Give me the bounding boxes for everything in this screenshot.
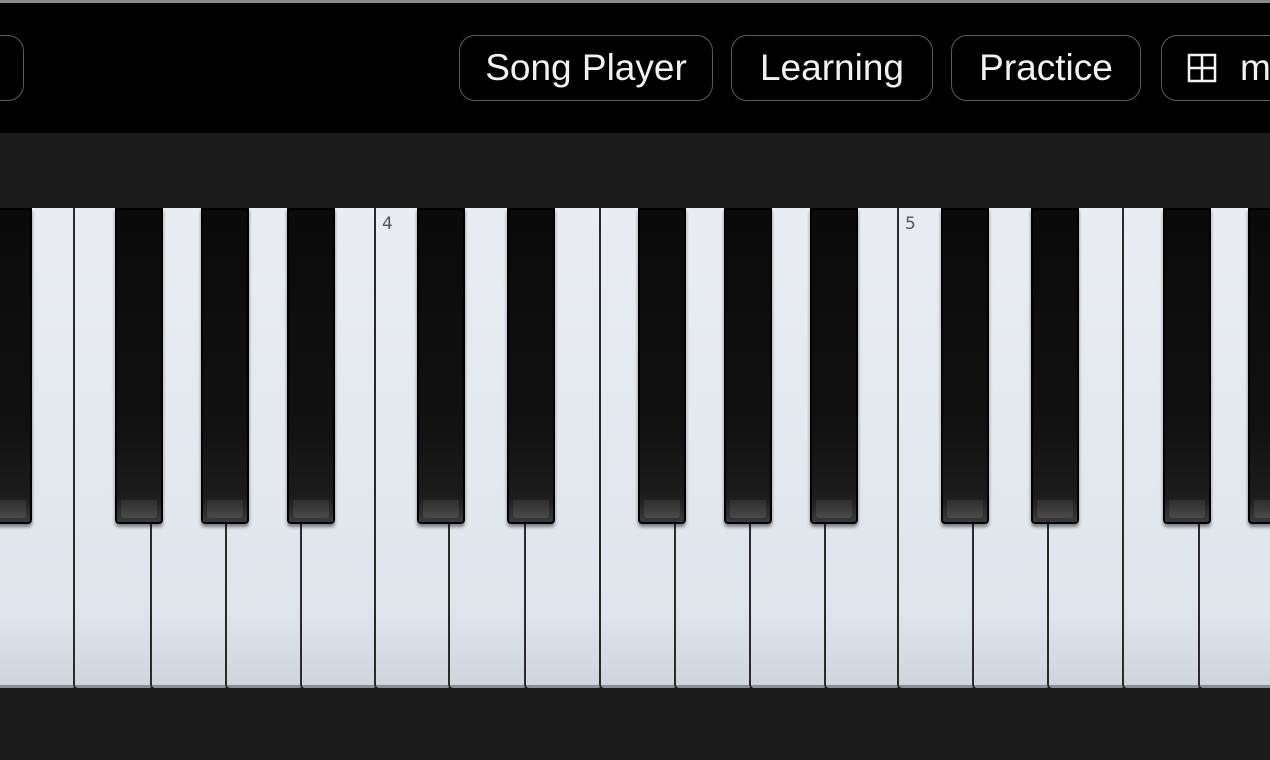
header-bar: Song Player Learning Practice m xyxy=(0,3,1270,133)
black-key[interactable] xyxy=(0,208,32,524)
black-key[interactable] xyxy=(810,208,858,524)
mode-label: m xyxy=(1240,47,1270,88)
black-key[interactable] xyxy=(417,208,465,524)
black-key[interactable] xyxy=(287,208,335,524)
octave-label: 5 xyxy=(905,214,916,234)
learning-button[interactable]: Learning xyxy=(731,35,933,101)
black-key[interactable] xyxy=(638,208,686,524)
learning-label: Learning xyxy=(759,47,904,88)
black-key[interactable] xyxy=(724,208,772,524)
practice-button[interactable]: Practice xyxy=(951,35,1141,101)
black-key[interactable] xyxy=(1031,208,1079,524)
black-key[interactable] xyxy=(201,208,249,524)
left-toolbar-button[interactable] xyxy=(0,35,24,101)
octave-label: 4 xyxy=(382,214,393,234)
mode-button[interactable]: m xyxy=(1161,35,1270,101)
song-player-label: Song Player xyxy=(485,47,687,88)
grid-icon xyxy=(1187,53,1217,83)
piano-keyboard: 4 5 xyxy=(0,208,1270,690)
black-key[interactable] xyxy=(1163,208,1211,524)
song-player-button[interactable]: Song Player xyxy=(459,35,713,101)
practice-label: Practice xyxy=(979,47,1113,88)
black-key[interactable] xyxy=(1248,208,1270,524)
black-key[interactable] xyxy=(941,208,989,524)
black-key[interactable] xyxy=(115,208,163,524)
black-key[interactable] xyxy=(507,208,555,524)
